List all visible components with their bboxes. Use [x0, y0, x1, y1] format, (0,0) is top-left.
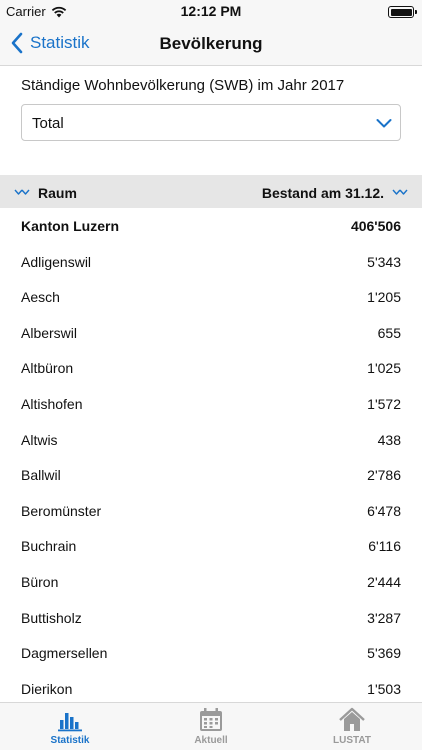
- table-row[interactable]: Ballwil 2'786: [0, 457, 422, 493]
- row-name: Kanton Luzern: [21, 218, 119, 234]
- category-select[interactable]: Total: [21, 104, 401, 141]
- sort-by-value-button[interactable]: Bestand am 31.12.: [262, 185, 408, 201]
- tab-label: Statistik: [50, 735, 90, 746]
- tab-bar: Statistik Aktuell LUSTAT: [0, 702, 422, 750]
- sort-chevron-icon: [392, 189, 408, 195]
- row-name: Buttisholz: [21, 609, 82, 626]
- table-row[interactable]: Buchrain 6'116: [0, 528, 422, 564]
- table-row[interactable]: Altishofen 1'572: [0, 386, 422, 422]
- house-icon: [339, 707, 365, 731]
- tab-label: LUSTAT: [333, 735, 371, 746]
- row-value: 438: [377, 431, 401, 448]
- bar-chart-icon: [58, 713, 82, 732]
- page-title: Bevölkerung: [159, 34, 263, 53]
- row-value: 6'116: [368, 538, 401, 555]
- column-header-value: Bestand am 31.12.: [261, 185, 384, 201]
- table-row[interactable]: Aesch 1'205: [0, 279, 422, 315]
- row-value: 1'025: [367, 360, 401, 377]
- row-name: Dagmersellen: [21, 645, 108, 662]
- row-name: Alberswil: [21, 324, 78, 341]
- table-row[interactable]: Dagmersellen 5'369: [0, 635, 422, 671]
- column-header-name: Raum: [38, 185, 77, 201]
- row-value: 1'572: [367, 395, 401, 412]
- calendar-icon: [200, 708, 222, 731]
- table-header: Raum Bestand am 31.12.: [0, 175, 422, 208]
- row-name: Adligenswil: [21, 253, 92, 270]
- row-name: Buchrain: [21, 538, 77, 555]
- row-name: Büron: [21, 573, 59, 590]
- table-row[interactable]: Beromünster 6'478: [0, 493, 422, 529]
- table-row[interactable]: Buttisholz 3'287: [0, 600, 422, 636]
- navigation-bar: Statistik Bevölkerung: [0, 24, 422, 66]
- row-value: 6'478: [367, 502, 401, 519]
- tab-statistik[interactable]: Statistik: [0, 707, 140, 746]
- chevron-down-icon: [376, 119, 392, 128]
- row-name: Altbüron: [21, 360, 74, 377]
- row-value: 1'503: [367, 680, 401, 697]
- table-row[interactable]: Alberswil 655: [0, 315, 422, 351]
- table-row[interactable]: Büron 2'444: [0, 564, 422, 600]
- row-value: 2'444: [367, 573, 401, 590]
- status-bar: Carrier 12:12 PM: [0, 0, 422, 24]
- row-name: Ballwil: [21, 467, 61, 484]
- population-table: Kanton Luzern 406'506 Adligenswil 5'343 A…: [0, 208, 422, 706]
- row-name: Altishofen: [21, 395, 83, 412]
- row-value: 5'369: [367, 645, 401, 662]
- row-value: 1'205: [367, 289, 401, 306]
- row-name: Altwis: [21, 431, 58, 448]
- row-name: Beromünster: [21, 502, 102, 519]
- battery-icon: [388, 6, 417, 18]
- row-value: 5'343: [367, 253, 401, 270]
- status-time: 12:12 PM: [180, 3, 242, 19]
- row-value: 406'506: [350, 218, 401, 234]
- tab-aktuell[interactable]: Aktuell: [141, 707, 281, 746]
- tab-lustat[interactable]: LUSTAT: [282, 707, 422, 746]
- row-name: Dierikon: [21, 680, 73, 697]
- tab-label: Aktuell: [194, 735, 228, 746]
- row-value: 3'287: [367, 609, 401, 626]
- dataset-subtitle: Ständige Wohnbevölkerung (SWB) im Jahr 2…: [21, 77, 345, 94]
- sort-chevron-icon: [14, 189, 30, 195]
- table-row[interactable]: Dierikon 1'503: [0, 671, 422, 707]
- table-row[interactable]: Altwis 438: [0, 422, 422, 458]
- table-row-total[interactable]: Kanton Luzern 406'506: [0, 208, 422, 244]
- row-value: 2'786: [367, 467, 401, 484]
- category-select-value: Total: [32, 115, 64, 132]
- table-row[interactable]: Altbüron 1'025: [0, 350, 422, 386]
- sort-by-name-button[interactable]: Raum: [14, 185, 77, 201]
- table-row[interactable]: Adligenswil 5'343: [0, 244, 422, 280]
- row-value: 655: [377, 324, 401, 341]
- row-name: Aesch: [21, 289, 60, 306]
